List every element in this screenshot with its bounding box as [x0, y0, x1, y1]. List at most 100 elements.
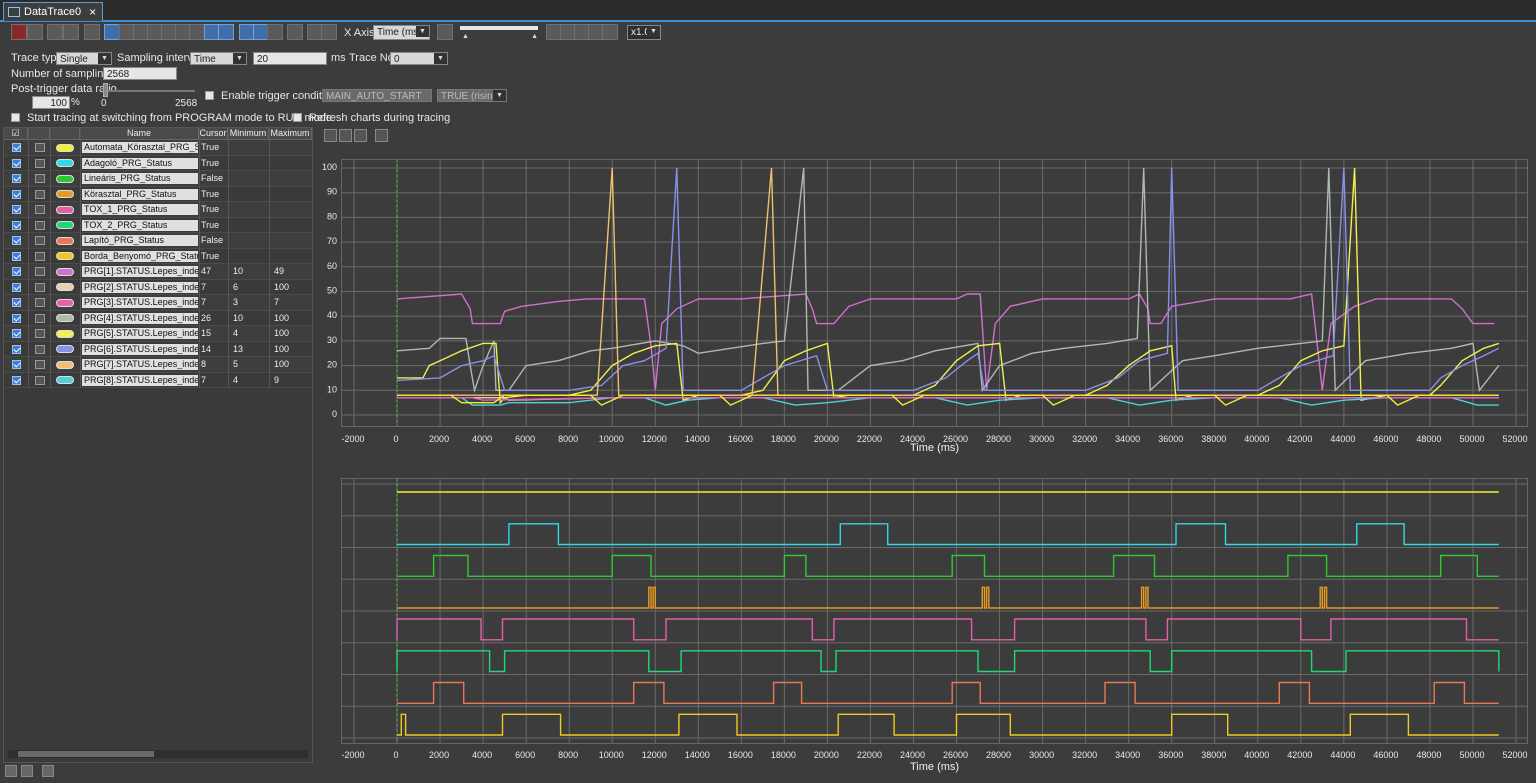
variable-name[interactable]: Lapító_PRG_Status — [82, 235, 198, 246]
variable-name[interactable]: PRG[5].STATUS.Lepes_index — [82, 328, 198, 339]
row-visible-checkbox[interactable] — [12, 189, 21, 199]
num-samplings-input[interactable]: 2568 — [103, 67, 177, 80]
chart-type-icon[interactable] — [35, 251, 45, 261]
color-swatch[interactable] — [56, 190, 74, 198]
record-button[interactable] — [11, 24, 27, 40]
color-swatch[interactable] — [56, 221, 74, 229]
step-mode-button[interactable] — [218, 24, 234, 40]
variable-name[interactable]: PRG[1].STATUS.Lepes_index — [82, 266, 198, 277]
color-swatch[interactable] — [56, 252, 74, 260]
refresh-charts-checkbox[interactable] — [293, 113, 302, 122]
interval-input[interactable]: 20 — [253, 52, 327, 65]
variable-name[interactable]: Lineáris_PRG_Status — [82, 173, 198, 184]
chart-type-icon[interactable] — [35, 344, 45, 354]
header-minimum[interactable]: Minimum — [228, 128, 269, 139]
row-visible-checkbox[interactable] — [12, 267, 21, 276]
chart-type-icon[interactable] — [35, 329, 45, 338]
color-swatch[interactable] — [56, 345, 74, 353]
chart-type-icon[interactable] — [35, 375, 45, 385]
color-swatch[interactable] — [56, 298, 74, 307]
post-trigger-slider-thumb[interactable] — [103, 83, 108, 97]
row-visible-checkbox[interactable] — [12, 329, 21, 338]
forward-button[interactable] — [602, 24, 618, 40]
properties-button[interactable] — [42, 765, 54, 777]
remove-variable-button[interactable] — [21, 765, 33, 777]
color-swatch[interactable] — [56, 360, 74, 369]
row-visible-checkbox[interactable] — [12, 360, 21, 369]
variable-name[interactable]: PRG[3].STATUS.Lepes_index — [82, 297, 198, 308]
row-visible-checkbox[interactable] — [12, 375, 21, 385]
xaxis-select[interactable]: Time (ms) ▼ — [373, 25, 430, 40]
trigger-variable-input[interactable]: MAIN_AUTO_START — [322, 89, 432, 102]
chart-type-icon[interactable] — [35, 282, 45, 292]
header-checkbox-col[interactable]: ☑ — [4, 128, 28, 139]
post-trigger-slider[interactable] — [103, 83, 195, 97]
row-visible-checkbox[interactable] — [12, 313, 21, 323]
trace-no-select[interactable]: 0 ▼ — [390, 52, 448, 65]
color-swatch[interactable] — [56, 329, 74, 338]
horizontal-scrollbar[interactable] — [8, 750, 308, 758]
refresh-button[interactable] — [437, 24, 453, 40]
trigger-condition-select[interactable]: TRUE (rising) ▼ — [437, 89, 507, 102]
post-trigger-input[interactable]: 100 — [32, 96, 70, 109]
variable-name[interactable]: Adagoló_PRG_Status — [82, 157, 198, 169]
speed-select[interactable]: x1.0 ▼ — [627, 25, 661, 40]
variable-name[interactable]: Automata_Körasztal_PRG_Status — [82, 142, 198, 153]
header-cursor[interactable]: Cursor — [199, 128, 228, 139]
digital-chart[interactable] — [341, 478, 1528, 744]
row-visible-checkbox[interactable] — [12, 344, 21, 354]
zoom-in-button[interactable] — [339, 129, 352, 142]
trace-type-select[interactable]: Single ▼ — [56, 52, 112, 65]
color-swatch[interactable] — [56, 143, 74, 152]
chart-layout-3-button[interactable] — [267, 24, 283, 40]
color-swatch[interactable] — [56, 159, 74, 167]
row-visible-checkbox[interactable] — [12, 220, 21, 230]
variable-name[interactable]: TOX_2_PRG_Status — [82, 219, 198, 231]
header-name[interactable]: Name — [80, 128, 199, 139]
color-swatch[interactable] — [56, 236, 74, 245]
color-swatch[interactable] — [56, 314, 74, 322]
color-swatch[interactable] — [56, 376, 74, 384]
color-swatch[interactable] — [56, 267, 74, 276]
color-swatch[interactable] — [56, 283, 74, 291]
zoom-fit-button[interactable] — [324, 129, 337, 142]
row-visible-checkbox[interactable] — [12, 174, 21, 183]
variable-name[interactable]: PRG[4].STATUS.Lepes_index — [82, 312, 198, 324]
scrollbar-thumb[interactable] — [18, 751, 154, 757]
chart-type-icon[interactable] — [35, 313, 45, 323]
measure-3-button[interactable] — [189, 24, 205, 40]
row-visible-checkbox[interactable] — [12, 236, 21, 245]
start-tracing-checkbox[interactable] — [11, 113, 20, 122]
grid-view-button[interactable] — [104, 24, 120, 40]
chart-type-icon[interactable] — [35, 360, 45, 369]
row-visible-checkbox[interactable] — [12, 158, 21, 168]
playback-slider-track[interactable] — [460, 26, 538, 30]
sampling-interval-select[interactable]: Time ▼ — [190, 52, 247, 65]
chart-type-icon[interactable] — [35, 189, 45, 199]
settings-button[interactable] — [287, 24, 303, 40]
variable-name[interactable]: Borda_Benyomó_PRG_Status — [82, 250, 198, 262]
row-visible-checkbox[interactable] — [12, 298, 21, 307]
chart-type-icon[interactable] — [35, 143, 45, 152]
add-variable-button[interactable] — [5, 765, 17, 777]
color-swatch[interactable] — [56, 205, 74, 214]
chart-type-icon[interactable] — [35, 267, 45, 276]
row-visible-checkbox[interactable] — [12, 205, 21, 214]
export-button[interactable] — [84, 24, 100, 40]
variable-name[interactable]: Körasztal_PRG_Status — [82, 188, 198, 200]
color-swatch[interactable] — [56, 174, 74, 183]
fx-2-button[interactable] — [321, 24, 337, 40]
variable-name[interactable]: PRG[7].STATUS.Lepes_index — [82, 359, 198, 370]
variable-name[interactable]: PRG[6].STATUS.Lepes_index — [82, 343, 198, 355]
chart-type-icon[interactable] — [35, 205, 45, 214]
header-maximum[interactable]: Maximum — [269, 128, 312, 139]
download-button[interactable] — [63, 24, 79, 40]
chart-type-icon[interactable] — [35, 236, 45, 245]
row-visible-checkbox[interactable] — [12, 251, 21, 261]
chart-type-icon[interactable] — [35, 220, 45, 230]
upload-button[interactable] — [47, 24, 63, 40]
close-icon[interactable]: × — [89, 5, 96, 19]
grid-toggle-button[interactable] — [375, 129, 388, 142]
row-visible-checkbox[interactable] — [12, 282, 21, 292]
tab-datatrace[interactable]: DataTrace0 × — [3, 2, 104, 21]
